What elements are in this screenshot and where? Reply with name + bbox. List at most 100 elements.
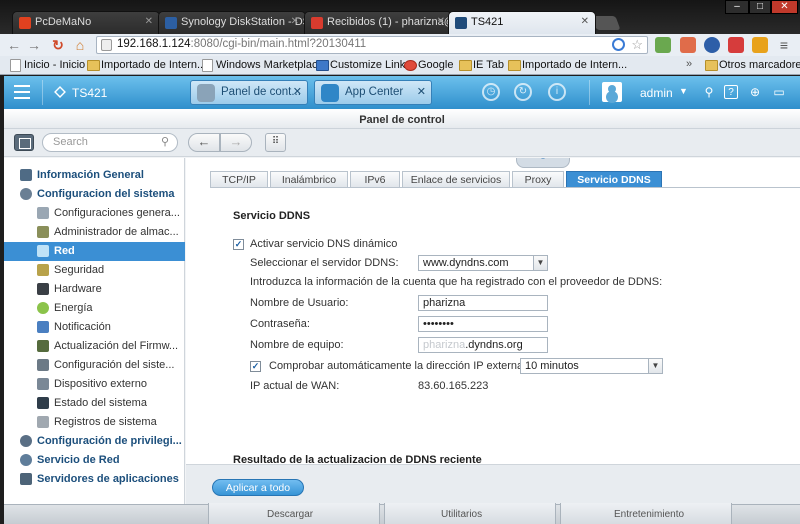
extension-map-icon[interactable] — [655, 37, 671, 53]
close-icon[interactable]: ✕ — [293, 85, 302, 98]
wrench-menu-icon[interactable]: ≡ — [776, 37, 792, 53]
sidebar-item-configuracion-sistema[interactable]: Configuracion del sistema — [4, 185, 185, 204]
sidebar-item-label: Información General — [37, 169, 144, 181]
globe-icon[interactable]: ⊕ — [748, 85, 762, 99]
search-input[interactable]: Search ⚲ — [42, 133, 178, 152]
tab-proxy[interactable]: Proxy — [512, 171, 564, 187]
sidebar-item-label: Configuraciones genera... — [54, 207, 180, 219]
sidebar-item-dispositivo-externo[interactable]: Dispositivo externo — [4, 375, 185, 394]
sidebar-item-servidores-aplicaciones[interactable]: Servidores de aplicaciones — [4, 470, 185, 489]
clock-icon[interactable]: ◷ — [482, 83, 500, 101]
sidebar-toggle-button[interactable] — [14, 134, 34, 151]
sidebar-item-red[interactable]: Red — [4, 242, 185, 261]
check-interval-select[interactable]: 10 minutos ▼ — [520, 358, 663, 374]
tab-inalambrico[interactable]: Inalámbrico — [270, 171, 348, 187]
sidebar-item-configuraciones-generales[interactable]: Configuraciones genera... — [4, 204, 185, 223]
sidebar-item-energia[interactable]: Energía — [4, 299, 185, 318]
back-arrow-icon[interactable]: ← — [6, 37, 22, 53]
forward-button[interactable]: → — [220, 133, 252, 152]
hostname-field[interactable]: pharizna.dyndns.org — [418, 337, 548, 353]
sidebar-item-registros-sistema[interactable]: Registros de sistema — [4, 413, 185, 432]
apply-all-button[interactable]: Aplicar a todo — [212, 479, 304, 496]
chevron-down-icon[interactable]: ▼ — [679, 86, 688, 96]
extension-plus-icon[interactable] — [680, 37, 696, 53]
sidebar-item-informacion-general[interactable]: Información General — [4, 166, 185, 185]
sidebar-item-privilegios[interactable]: Configuración de privilegi... — [4, 432, 185, 451]
pcdemano-favicon-icon — [19, 17, 31, 29]
extension-download-icon[interactable] — [752, 37, 768, 53]
auto-check-ip-checkbox[interactable]: ✓ — [250, 361, 261, 372]
close-tab-icon[interactable]: ✕ — [437, 16, 445, 27]
browser-tab-title: Synology DiskStation - DS — [181, 16, 306, 28]
home-icon[interactable] — [54, 86, 66, 98]
bookmark-item[interactable]: Windows Marketplace — [202, 59, 324, 72]
close-window-button[interactable]: ✕ — [771, 0, 798, 14]
browser-tab-gmail[interactable]: Recibidos (1) - pharizna@ ✕ — [304, 11, 452, 34]
bookmark-folder[interactable]: Importado de Intern... — [87, 59, 206, 71]
home-icon[interactable]: ⌂ — [72, 37, 88, 53]
sidebar-item-label: Configuración de privilegi... — [37, 435, 182, 447]
tab-servicio-ddns[interactable]: Servicio DDNS — [566, 171, 662, 187]
content-panel: ︾ TCP/IP Inalámbrico IPv6 Enlace de serv… — [186, 158, 800, 464]
grid-view-icon[interactable]: ⠿ — [265, 133, 286, 152]
close-tab-icon[interactable]: ✕ — [145, 16, 153, 27]
extension-calendar-icon[interactable] — [728, 37, 744, 53]
taskbar-tab-app-center[interactable]: App Center ✕ — [314, 80, 432, 105]
browser-tab-synology[interactable]: Synology DiskStation - DS ✕ — [158, 11, 306, 34]
sidebar-item-firmware[interactable]: Actualización del Firmw... — [4, 337, 185, 356]
user-name[interactable]: admin — [640, 86, 673, 100]
sidebar-item-seguridad[interactable]: Seguridad — [4, 261, 185, 280]
password-field[interactable]: •••••••• — [418, 316, 548, 332]
page-icon — [101, 39, 112, 51]
google-translate-icon[interactable] — [612, 38, 625, 51]
bookmark-item[interactable]: Google — [404, 59, 453, 71]
sidebar-item-configuracion-sistema-sub[interactable]: Configuración del siste... — [4, 356, 185, 375]
info-icon[interactable]: i — [548, 83, 566, 101]
taskbar-tab-control-panel[interactable]: Panel de cont... ✕ — [190, 80, 308, 105]
sidebar-item-estado-sistema[interactable]: Estado del sistema — [4, 394, 185, 413]
browser-tab-pcdemano[interactable]: PcDeMaNo ✕ — [12, 11, 160, 34]
background-task-icon[interactable]: ↻ — [514, 83, 532, 101]
ddns-server-select[interactable]: www.dyndns.com ▼ — [418, 255, 548, 271]
bookmark-folder[interactable]: Importado de Intern... — [508, 59, 627, 71]
enable-ddns-checkbox[interactable]: ✓ — [233, 239, 244, 250]
back-button[interactable]: ← — [188, 133, 220, 152]
bookmarks-overflow-icon[interactable]: » — [686, 58, 692, 70]
address-bar[interactable]: 192.168.1.124:8080/cgi-bin/main.html?201… — [96, 36, 648, 54]
desktop-icon[interactable]: ▭ — [772, 85, 786, 99]
sidebar-item-label: Servicio de Red — [37, 454, 120, 466]
close-tab-icon[interactable]: ✕ — [581, 16, 589, 27]
sidebar-item-servicio-red[interactable]: Servicio de Red — [4, 451, 185, 470]
user-avatar[interactable] — [602, 82, 622, 102]
username-field[interactable]: pharizna — [418, 295, 548, 311]
chevron-down-icon[interactable]: ▼ — [533, 256, 547, 270]
app-server-icon — [20, 473, 32, 485]
reload-icon[interactable]: ↻ — [50, 37, 66, 53]
firmware-icon — [37, 340, 49, 352]
bookmark-item[interactable]: Inicio - Inicio — [10, 59, 85, 72]
sidebar-item-almacenamiento[interactable]: Administrador de almac... — [4, 223, 185, 242]
tab-tcpip[interactable]: TCP/IP — [210, 171, 268, 187]
tab-enlace-servicios[interactable]: Enlace de servicios — [402, 171, 510, 187]
hardware-icon — [37, 283, 49, 295]
forward-arrow-icon[interactable]: → — [26, 37, 42, 53]
minimize-button[interactable]: – — [725, 0, 749, 14]
chevron-down-icon[interactable]: ▼ — [648, 359, 662, 373]
help-icon[interactable]: ? — [724, 85, 738, 99]
tab-ipv6[interactable]: IPv6 — [350, 171, 400, 187]
chevron-down-icon[interactable]: ︾ — [516, 158, 570, 168]
password-label: Contraseña: — [250, 318, 310, 330]
other-bookmarks-folder[interactable]: Otros marcadores — [705, 59, 800, 71]
bookmark-star-icon[interactable]: ☆ — [631, 37, 643, 53]
search-icon[interactable]: ⚲ — [702, 85, 716, 99]
bookmark-folder[interactable]: IE Tab — [459, 59, 504, 71]
maximize-button[interactable]: □ — [749, 0, 771, 14]
close-tab-icon[interactable]: ✕ — [291, 16, 299, 27]
bookmark-item[interactable]: Customize Links — [316, 59, 411, 71]
sidebar-item-notificacion[interactable]: Notificación — [4, 318, 185, 337]
close-icon[interactable]: ✕ — [417, 85, 426, 98]
sidebar-item-hardware[interactable]: Hardware — [4, 280, 185, 299]
extension-shield-icon[interactable] — [704, 37, 720, 53]
browser-tab-ts421[interactable]: TS421 ✕ — [448, 11, 596, 34]
main-menu-icon[interactable] — [14, 85, 30, 99]
